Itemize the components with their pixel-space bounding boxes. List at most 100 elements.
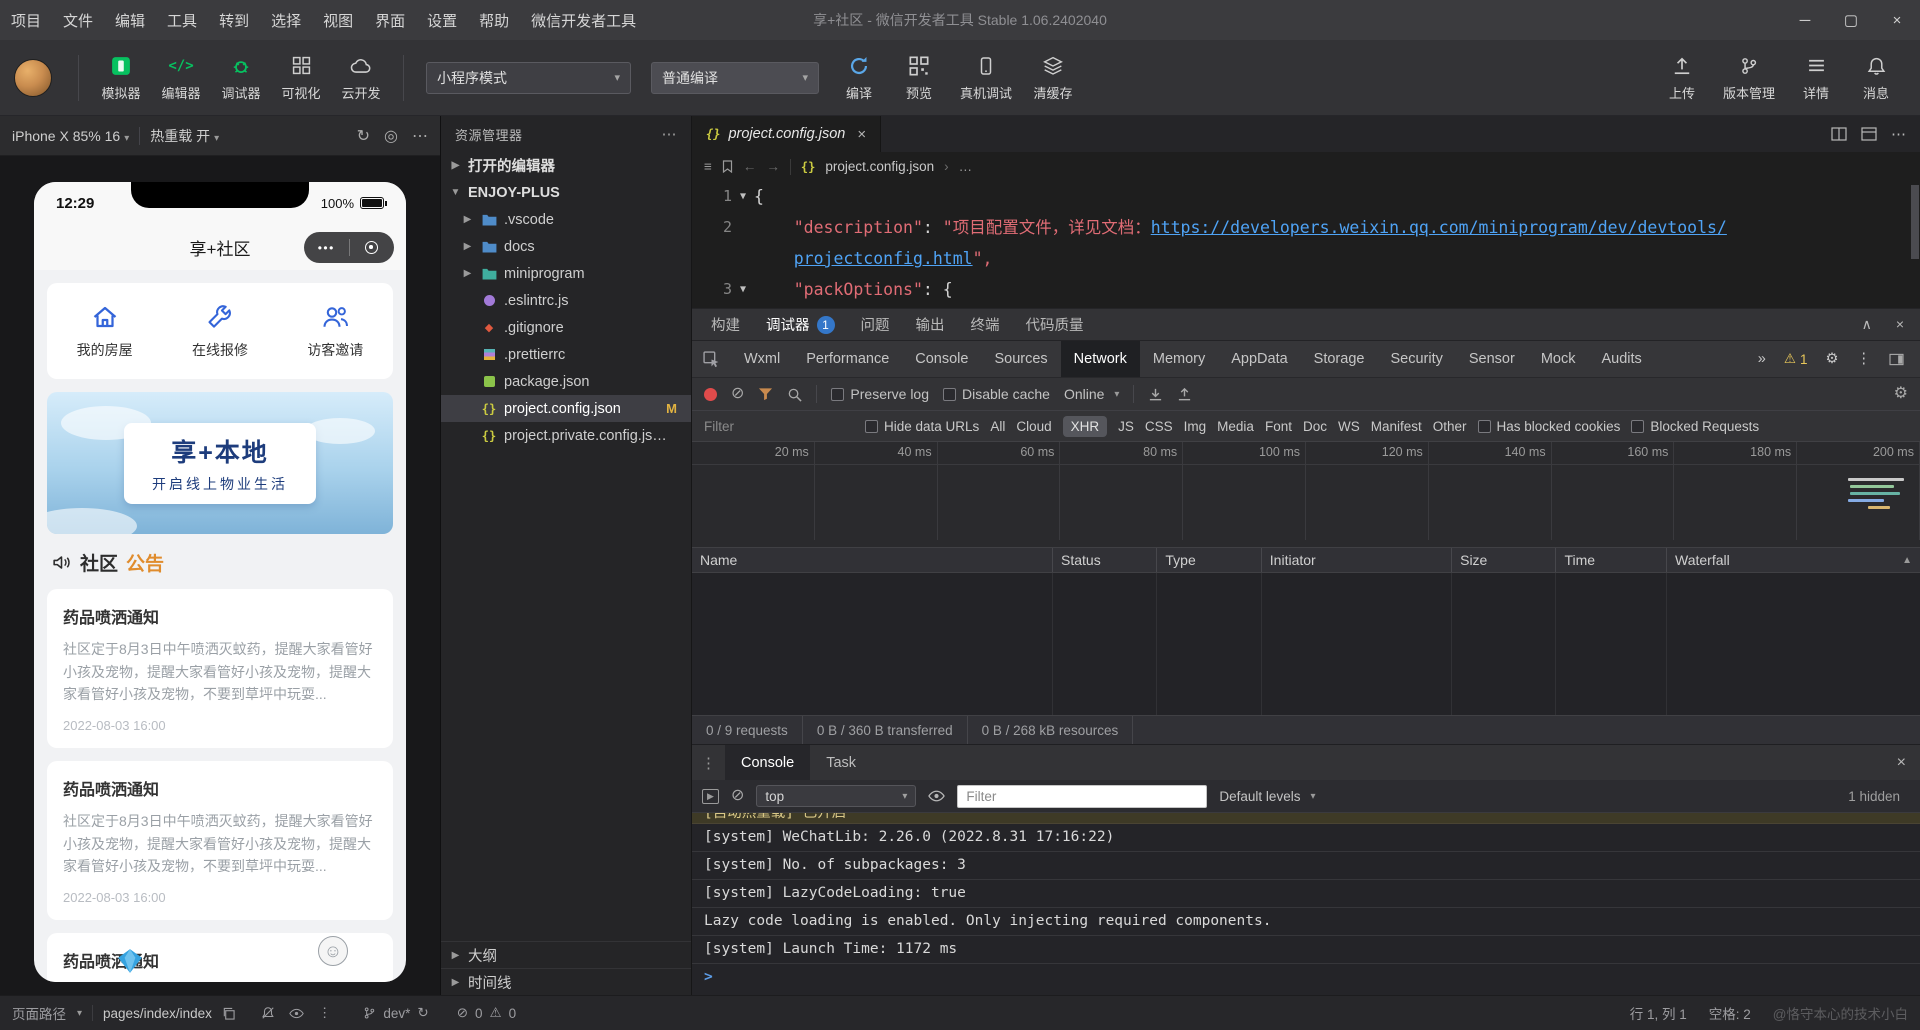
warning-icon[interactable]: ⚠ 1	[1776, 351, 1816, 367]
tab-output[interactable]: 输出	[903, 309, 958, 340]
version-control-button[interactable]: 版本管理	[1712, 47, 1786, 109]
outline-section[interactable]: ▶ 大纲	[441, 941, 691, 968]
record-button[interactable]	[704, 387, 717, 401]
file-project-config-json[interactable]: {} project.config.json M	[441, 395, 691, 422]
filter-type-img[interactable]: Img	[1184, 419, 1207, 434]
more-icon[interactable]: ⋯	[412, 126, 428, 146]
tab-code-quality[interactable]: 代码质量	[1013, 309, 1097, 340]
action-online-repair[interactable]: 在线报修	[162, 302, 277, 360]
filter-type-font[interactable]: Font	[1265, 419, 1292, 434]
copy-path-icon[interactable]	[222, 1007, 235, 1020]
menu-item-edit[interactable]: 编辑	[104, 0, 156, 40]
compile-button[interactable]: 编译	[829, 47, 889, 109]
tab-wxml[interactable]: Wxml	[731, 341, 793, 377]
clear-console-icon[interactable]: ⊘	[731, 788, 744, 804]
cloud-dev-button[interactable]: 云开发	[331, 47, 391, 109]
drawer-tab-task[interactable]: Task	[810, 745, 872, 780]
menu-item-view[interactable]: 视图	[312, 0, 364, 40]
gem-float-button[interactable]	[116, 948, 144, 974]
breadcrumb-more[interactable]: …	[959, 159, 973, 174]
minimize-button[interactable]: ─	[1782, 0, 1828, 40]
preview-button[interactable]: 预览	[889, 47, 949, 109]
filter-type-ws[interactable]: WS	[1338, 419, 1360, 434]
more-icon[interactable]: ⋯	[662, 125, 678, 143]
fold-icon[interactable]: ▼	[736, 181, 750, 212]
device-selector[interactable]: iPhone X 85% 16 ▾	[12, 128, 129, 144]
tab-sensor[interactable]: Sensor	[1456, 341, 1528, 377]
fold-icon[interactable]: ▼	[736, 274, 750, 305]
menu-item-devtools[interactable]: 微信开发者工具	[520, 0, 647, 40]
project-root-folder[interactable]: ▼ ENJOY-PLUS	[441, 179, 691, 206]
filter-type-cloud[interactable]: Cloud	[1016, 419, 1051, 434]
close-button[interactable]: ×	[1874, 0, 1920, 40]
feedback-float-button[interactable]: ☺	[318, 936, 348, 966]
menu-item-project[interactable]: 项目	[0, 0, 52, 40]
tab-console[interactable]: Console	[902, 341, 981, 377]
file-vscode[interactable]: ▶ .vscode	[441, 206, 691, 233]
tab-appdata[interactable]: AppData	[1218, 341, 1300, 377]
open-editors-section[interactable]: ▶ 打开的编辑器	[441, 152, 691, 179]
close-drawer-icon[interactable]: ×	[1883, 754, 1920, 772]
breadcrumb-file[interactable]: project.config.json	[825, 159, 934, 174]
filter-type-doc[interactable]: Doc	[1303, 419, 1327, 434]
sync-icon[interactable]: ↻	[417, 1005, 428, 1021]
bookmark-icon[interactable]	[722, 160, 733, 173]
refresh-icon[interactable]: ↻	[357, 126, 370, 146]
tab-memory[interactable]: Memory	[1140, 341, 1218, 377]
clear-cache-button[interactable]: 清缓存	[1023, 47, 1083, 109]
tab-terminal[interactable]: 终端	[958, 309, 1013, 340]
drawer-tab-console[interactable]: Console	[725, 745, 811, 780]
editor-toggle-button[interactable]: </> 编辑器	[151, 47, 211, 109]
console-sidebar-icon[interactable]: ▶	[702, 788, 719, 804]
inspect-element-icon[interactable]	[692, 350, 731, 368]
filter-type-xhr[interactable]: XHR	[1062, 415, 1108, 437]
layout-icon[interactable]	[1861, 127, 1877, 141]
visualize-toggle-button[interactable]: 可视化	[271, 47, 331, 109]
preserve-log-checkbox[interactable]: Preserve log	[831, 386, 929, 402]
more-kebab-icon[interactable]: ⋮	[318, 1005, 332, 1021]
editor-tab-project-config[interactable]: {} project.config.json ×	[692, 116, 882, 152]
column-type[interactable]: Type	[1157, 548, 1262, 572]
column-waterfall[interactable]: Waterfall ▲	[1667, 548, 1920, 572]
column-name[interactable]: Name	[692, 548, 1054, 572]
action-visitor-invite[interactable]: 访客邀请	[278, 302, 393, 360]
tab-mock[interactable]: Mock	[1528, 341, 1589, 377]
console-prompt[interactable]: >	[692, 964, 1920, 990]
indentation-setting[interactable]: 空格: 2	[1709, 1003, 1751, 1023]
screenshot-icon[interactable]: ◎	[384, 126, 398, 146]
blocked-requests-checkbox[interactable]: Blocked Requests	[1631, 419, 1759, 434]
more-tabs-icon[interactable]: »	[1750, 351, 1774, 367]
menu-item-file[interactable]: 文件	[52, 0, 104, 40]
git-branch-indicator[interactable]: dev* ↻	[363, 1005, 429, 1021]
filter-funnel-icon[interactable]	[758, 387, 773, 401]
clear-icon[interactable]: ⊘	[731, 386, 744, 402]
messages-button[interactable]: 消息	[1846, 47, 1906, 109]
phone-simulator[interactable]: 12:29 100% 享+社区 ••• 我的房屋 在线报修 访客邀请 享+本地 …	[34, 182, 406, 982]
details-button[interactable]: 详情	[1786, 47, 1846, 109]
tab-problems[interactable]: 问题	[848, 309, 903, 340]
tab-security[interactable]: Security	[1377, 341, 1455, 377]
tab-performance[interactable]: Performance	[793, 341, 902, 377]
drawer-kebab-icon[interactable]: ⋮	[692, 754, 725, 772]
network-settings-gear-icon[interactable]: ⚙	[1894, 386, 1908, 402]
file-miniprogram[interactable]: ▶ miniprogram	[441, 260, 691, 287]
outline-list-icon[interactable]: ≡	[704, 159, 712, 174]
column-size[interactable]: Size	[1452, 548, 1557, 572]
filter-type-all[interactable]: All	[990, 419, 1005, 434]
log-levels-select[interactable]: Default levels ▾	[1219, 789, 1315, 804]
menu-item-settings[interactable]: 设置	[416, 0, 468, 40]
notifications-off-icon[interactable]	[261, 1006, 275, 1020]
mode-select[interactable]: 小程序模式 ▾	[426, 61, 631, 94]
column-initiator[interactable]: Initiator	[1262, 548, 1453, 572]
debugger-toggle-button[interactable]: 调试器	[211, 47, 271, 109]
file-docs[interactable]: ▶ docs	[441, 233, 691, 260]
console-filter-input[interactable]	[957, 784, 1208, 808]
file-package-json[interactable]: package.json	[441, 368, 691, 395]
has-blocked-cookies-checkbox[interactable]: Has blocked cookies	[1477, 419, 1620, 434]
column-time[interactable]: Time	[1556, 548, 1667, 572]
hot-reload-toggle[interactable]: 热重载 开 ▾	[150, 126, 219, 146]
network-filter-input[interactable]	[704, 415, 854, 437]
network-table-body[interactable]	[692, 573, 1920, 716]
filter-type-js[interactable]: JS	[1118, 419, 1134, 434]
user-avatar[interactable]	[14, 58, 52, 97]
